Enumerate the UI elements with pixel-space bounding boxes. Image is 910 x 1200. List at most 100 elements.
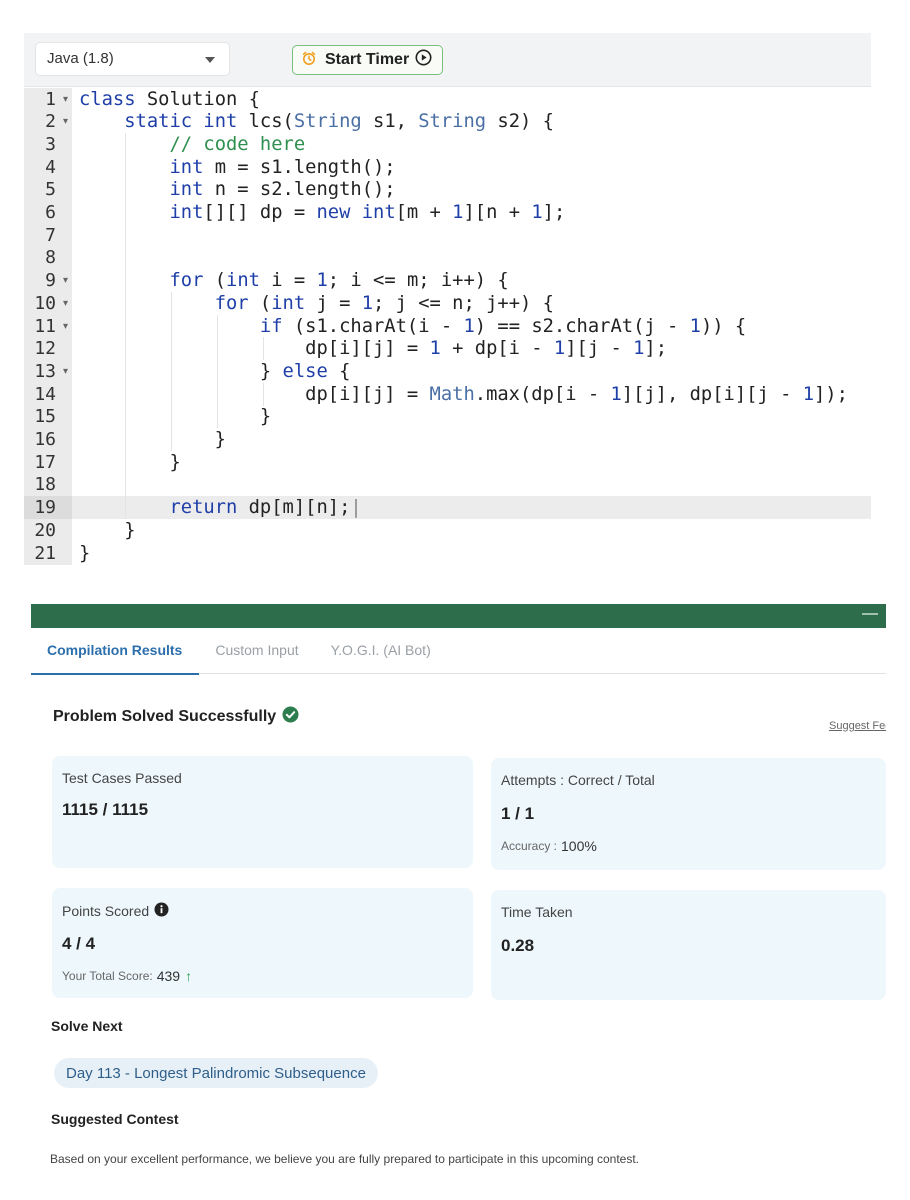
indent-guide	[217, 314, 218, 338]
indent-guide	[171, 428, 172, 451]
tab-yogi-ai-bot[interactable]: Y.O.G.I. (AI Bot)	[315, 628, 447, 674]
code-line[interactable]: 3 // code here	[24, 132, 871, 156]
code-line[interactable]: 21}	[24, 541, 871, 565]
code-token: String	[293, 111, 362, 133]
line-gutter: 14	[24, 382, 72, 406]
status-title: Problem Solved Successfully	[53, 706, 299, 728]
line-gutter: 11 ▾	[24, 314, 72, 338]
fold-arrow-icon[interactable]: ▾	[63, 269, 68, 292]
line-gutter: 20	[24, 518, 72, 542]
code-line[interactable]: 12 dp[i][j] = 1 + dp[i - 1][j - 1];	[24, 337, 871, 361]
code-line[interactable]: 13 ▾ } else {	[24, 359, 871, 383]
line-gutter: 16	[24, 428, 72, 451]
code-token: for	[169, 270, 204, 292]
line-gutter: 12	[24, 337, 72, 361]
accuracy-value: 100%	[561, 838, 597, 854]
code-text: int n = s2.length();	[79, 179, 395, 200]
code-token: ; i <= m; i++) {	[327, 270, 509, 292]
language-select[interactable]: Java (1.8)	[35, 42, 230, 76]
line-gutter: 8	[24, 246, 72, 270]
code-line-content: } else {	[72, 359, 871, 383]
code-line[interactable]: 9 ▾ for (int i = 1; i <= m; i++) {	[24, 269, 871, 293]
fold-arrow-icon[interactable]: ▾	[63, 360, 68, 383]
start-timer-label: Start Timer	[325, 51, 410, 68]
code-line[interactable]: 15 }	[24, 405, 871, 429]
code-line-content: dp[i][j] = 1 + dp[i - 1][j - 1];	[72, 337, 871, 361]
code-text: }	[79, 406, 271, 427]
code-line[interactable]: 7	[24, 223, 871, 247]
fold-arrow-icon[interactable]: ▾	[63, 315, 68, 338]
fold-arrow-icon[interactable]: ▾	[63, 110, 68, 133]
code-token: }	[79, 406, 272, 428]
code-token: 1	[689, 315, 701, 337]
solve-next-problem-link[interactable]: Day 113 - Longest Palindromic Subsequenc…	[54, 1058, 378, 1088]
tab-compilation-results[interactable]: Compilation Results	[31, 628, 200, 675]
code-line[interactable]: 8	[24, 246, 871, 270]
code-area[interactable]: 1 ▾ class Solution {2 ▾ static int lcs(Stri…	[24, 87, 871, 593]
code-line[interactable]: 19 return dp[m][n];|	[24, 496, 871, 520]
code-line[interactable]: 4 int m = s1.length();	[24, 155, 871, 179]
suggest-feedback-link[interactable]: Suggest Feedback	[829, 720, 886, 732]
code-token: m = s1.length();	[203, 156, 396, 178]
code-line[interactable]: 10 ▾ for (int j = 1; j <= n; j++) {	[24, 291, 871, 315]
accuracy-label: Accuracy :	[501, 839, 558, 853]
indent-guide	[217, 337, 218, 361]
line-gutter: 19	[24, 496, 72, 520]
minimize-icon[interactable]	[862, 613, 878, 615]
time-taken-label: Time Taken	[501, 904, 573, 920]
line-number: 18	[34, 474, 56, 496]
code-token: ];	[542, 202, 566, 223]
start-timer-button[interactable]: Start Timer	[292, 45, 443, 75]
code-line[interactable]: 14 dp[i][j] = Math.max(dp[i - 1][j], dp[…	[24, 382, 871, 406]
code-text: int m = s1.length();	[79, 156, 396, 178]
fold-arrow-icon[interactable]: ▾	[63, 292, 68, 315]
code-token: [][] dp =	[203, 202, 317, 223]
code-line-content: int[][] dp = new int[m + 1][n + 1];	[72, 201, 871, 224]
code-line-content: int n = s2.length();	[72, 178, 871, 202]
indent-guide	[125, 314, 126, 338]
code-token: 1	[531, 202, 543, 223]
code-token: if	[259, 315, 283, 337]
line-number: 15	[34, 406, 56, 428]
tab-custom-input[interactable]: Custom Input	[199, 628, 314, 674]
accuracy-row: Accuracy : 100%	[501, 838, 597, 854]
code-token: 1	[802, 383, 814, 405]
results-header-bar	[31, 604, 886, 628]
code-line[interactable]: 11 ▾ if (s1.charAt(i - 1) == s2.charAt(j …	[24, 314, 871, 338]
test-cases-value: 1115 / 1115	[62, 800, 149, 819]
code-line[interactable]: 17 }	[24, 450, 871, 474]
code-text: }	[79, 543, 90, 564]
suggested-contest-heading: Suggested Contest	[51, 1111, 179, 1127]
editor-toolbar: Java (1.8) Start Timer	[24, 33, 871, 87]
indent-guide	[171, 405, 172, 429]
code-text: return dp[m][n];|	[79, 497, 361, 518]
code-line[interactable]: 1 ▾ class Solution {	[24, 87, 871, 111]
time-taken-card: Time Taken 0.28	[491, 890, 886, 1000]
code-token: for	[214, 292, 249, 314]
code-token: else	[282, 360, 328, 382]
indent-guide	[125, 428, 126, 451]
code-line-content: int m = s1.length();	[72, 155, 871, 179]
code-line-content: for (int i = 1; i <= m; i++) {	[72, 269, 871, 293]
code-line[interactable]: 16 }	[24, 428, 871, 451]
code-line[interactable]: 5 int n = s2.length();	[24, 178, 871, 202]
test-cases-label: Test Cases Passed	[62, 770, 182, 786]
indent-guide	[125, 132, 126, 156]
code-line[interactable]: 6 int[][] dp = new int[m + 1][n + 1];	[24, 201, 871, 224]
line-gutter: 5	[24, 178, 72, 202]
line-gutter: 7	[24, 223, 72, 247]
line-number: 13	[34, 360, 56, 382]
total-score-row: Your Total Score: 439 ↑	[62, 968, 192, 984]
points-label-row: Points Scored	[62, 902, 169, 920]
info-icon[interactable]	[154, 902, 169, 920]
fold-arrow-icon[interactable]: ▾	[63, 88, 68, 111]
code-line-content: }	[72, 542, 871, 565]
line-gutter: 9 ▾	[24, 269, 72, 293]
alarm-clock-icon	[301, 50, 317, 71]
code-line[interactable]: 2 ▾ static int lcs(String s1, String s2) …	[24, 110, 871, 134]
code-line[interactable]: 18	[24, 473, 871, 497]
indent-guide	[171, 314, 172, 338]
code-line[interactable]: 20 }	[24, 518, 871, 542]
indent-guide	[171, 382, 172, 406]
